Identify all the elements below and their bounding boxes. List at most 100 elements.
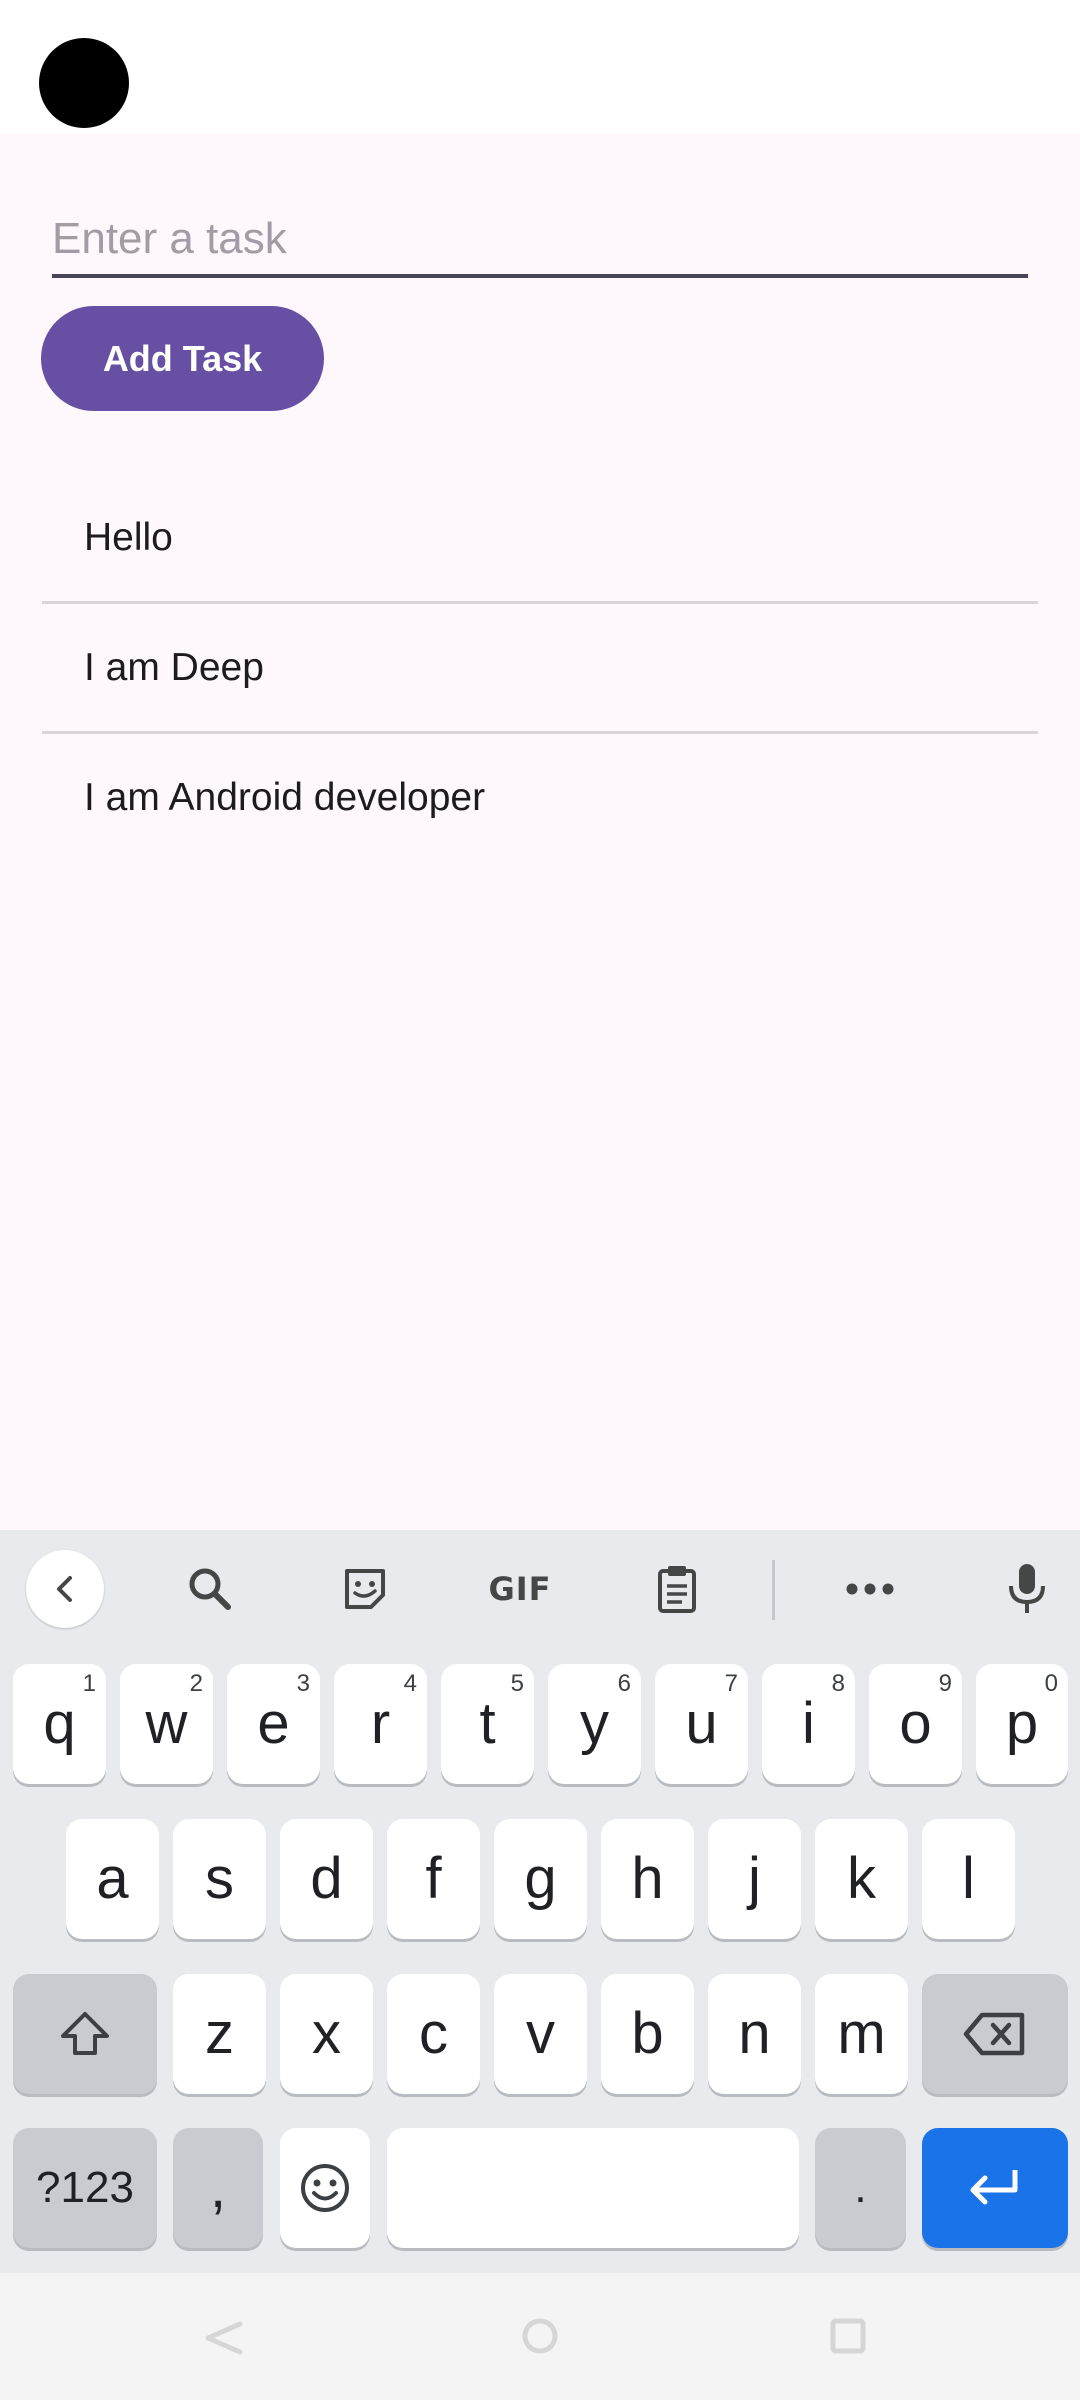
key-hint: 9 bbox=[938, 1670, 952, 1697]
key-j[interactable]: j bbox=[708, 1819, 801, 1939]
clipboard-icon[interactable] bbox=[638, 1550, 716, 1628]
gif-button[interactable]: GIF bbox=[480, 1550, 560, 1628]
key-label: , bbox=[209, 2155, 227, 2220]
microphone-icon[interactable] bbox=[988, 1550, 1066, 1628]
key-i[interactable]: i8 bbox=[762, 1664, 855, 1784]
key-label: e bbox=[257, 1691, 290, 1756]
key-g[interactable]: g bbox=[494, 1819, 587, 1939]
home-nav-icon[interactable] bbox=[520, 2316, 560, 2356]
task-text: I am Deep bbox=[84, 645, 264, 689]
key-label: l bbox=[962, 1846, 975, 1911]
more-icon[interactable] bbox=[831, 1550, 909, 1628]
key-o[interactable]: o9 bbox=[869, 1664, 962, 1784]
soft-keyboard: GIF q1 w2 e3 r4 t5 y6 u7 i8 o9 p0 a s d … bbox=[0, 1530, 1080, 2273]
key-r[interactable]: r4 bbox=[334, 1664, 427, 1784]
enter-icon bbox=[970, 2170, 1018, 2205]
key-u[interactable]: u7 bbox=[655, 1664, 748, 1784]
key-hint: 6 bbox=[617, 1670, 631, 1697]
status-bar bbox=[0, 0, 1080, 134]
key-label: u bbox=[685, 1691, 718, 1756]
key-q[interactable]: q1 bbox=[13, 1664, 106, 1784]
key-label: v bbox=[526, 2001, 555, 2066]
key-label: b bbox=[631, 2001, 664, 2066]
key-label: y bbox=[580, 1691, 609, 1756]
back-nav-icon[interactable] bbox=[200, 2318, 248, 2358]
key-hint: 4 bbox=[403, 1670, 417, 1697]
emoji-key[interactable] bbox=[280, 2128, 370, 2248]
key-s[interactable]: s bbox=[173, 1819, 266, 1939]
key-hint: 7 bbox=[724, 1670, 738, 1697]
key-y[interactable]: y6 bbox=[548, 1664, 641, 1784]
key-h[interactable]: h bbox=[601, 1819, 694, 1939]
key-label: h bbox=[631, 1846, 664, 1911]
key-label: g bbox=[524, 1846, 557, 1911]
key-label: z bbox=[205, 2001, 234, 2066]
symbols-key[interactable]: ?123 bbox=[13, 2128, 157, 2248]
toolbar-divider bbox=[772, 1560, 775, 1620]
backspace-icon bbox=[963, 2012, 1025, 2056]
key-b[interactable]: b bbox=[601, 1974, 694, 2094]
key-label: w bbox=[145, 1691, 188, 1756]
key-x[interactable]: x bbox=[280, 1974, 373, 2094]
key-hint: 3 bbox=[296, 1670, 310, 1697]
gif-label: GIF bbox=[488, 1570, 552, 1608]
key-a[interactable]: a bbox=[66, 1819, 159, 1939]
key-n[interactable]: n bbox=[708, 1974, 801, 2094]
key-d[interactable]: d bbox=[280, 1819, 373, 1939]
key-f[interactable]: f bbox=[387, 1819, 480, 1939]
task-item[interactable]: Hello bbox=[42, 474, 1038, 604]
key-label: i bbox=[802, 1691, 815, 1756]
key-label: t bbox=[479, 1691, 496, 1756]
recents-nav-icon[interactable] bbox=[828, 2316, 868, 2356]
key-label: o bbox=[899, 1691, 932, 1756]
navigation-bar bbox=[0, 2273, 1080, 2400]
key-label: ?123 bbox=[36, 2163, 134, 2212]
comma-key[interactable]: , bbox=[173, 2128, 263, 2248]
key-label: s bbox=[205, 1846, 234, 1911]
key-e[interactable]: e3 bbox=[227, 1664, 320, 1784]
shift-key[interactable] bbox=[13, 1974, 157, 2094]
emoji-icon bbox=[301, 2164, 349, 2212]
key-t[interactable]: t5 bbox=[441, 1664, 534, 1784]
task-list: Hello I am Deep I am Android developer bbox=[42, 474, 1038, 861]
key-label: f bbox=[425, 1846, 442, 1911]
key-hint: 1 bbox=[82, 1670, 96, 1697]
search-icon[interactable] bbox=[171, 1550, 249, 1628]
key-l[interactable]: l bbox=[922, 1819, 1015, 1939]
key-label: k bbox=[847, 1846, 876, 1911]
key-p[interactable]: p0 bbox=[976, 1664, 1068, 1784]
key-label: p bbox=[1005, 1691, 1039, 1756]
key-label: q bbox=[43, 1691, 76, 1756]
key-label: r bbox=[370, 1691, 391, 1756]
task-item[interactable]: I am Deep bbox=[42, 604, 1038, 734]
key-c[interactable]: c bbox=[387, 1974, 480, 2094]
key-m[interactable]: m bbox=[815, 1974, 908, 2094]
add-task-button[interactable]: Add Task bbox=[41, 306, 324, 411]
task-input[interactable] bbox=[52, 204, 1028, 278]
backspace-key[interactable] bbox=[922, 1974, 1068, 2094]
key-hint: 0 bbox=[1044, 1670, 1058, 1697]
key-z[interactable]: z bbox=[173, 1974, 266, 2094]
back-icon[interactable] bbox=[26, 1550, 104, 1628]
key-label: x bbox=[312, 2001, 341, 2066]
key-hint: 8 bbox=[831, 1670, 845, 1697]
key-w[interactable]: w2 bbox=[120, 1664, 213, 1784]
key-k[interactable]: k bbox=[815, 1819, 908, 1939]
task-text: I am Android developer bbox=[84, 775, 486, 819]
key-hint: 2 bbox=[189, 1670, 203, 1697]
key-label: j bbox=[748, 1846, 761, 1911]
sticker-icon[interactable] bbox=[326, 1550, 404, 1628]
period-key[interactable]: . bbox=[815, 2128, 906, 2248]
key-hint: 5 bbox=[510, 1670, 524, 1697]
key-label: n bbox=[738, 2001, 771, 2066]
task-text: Hello bbox=[84, 515, 173, 559]
camera-cutout bbox=[39, 38, 129, 128]
key-label: d bbox=[310, 1846, 343, 1911]
key-label: a bbox=[96, 1846, 129, 1911]
key-label: m bbox=[837, 2001, 886, 2066]
key-v[interactable]: v bbox=[494, 1974, 587, 2094]
space-key[interactable] bbox=[387, 2128, 799, 2248]
enter-key[interactable] bbox=[922, 2128, 1068, 2248]
task-item[interactable]: I am Android developer bbox=[42, 734, 1038, 861]
key-label: . bbox=[854, 2163, 867, 2212]
